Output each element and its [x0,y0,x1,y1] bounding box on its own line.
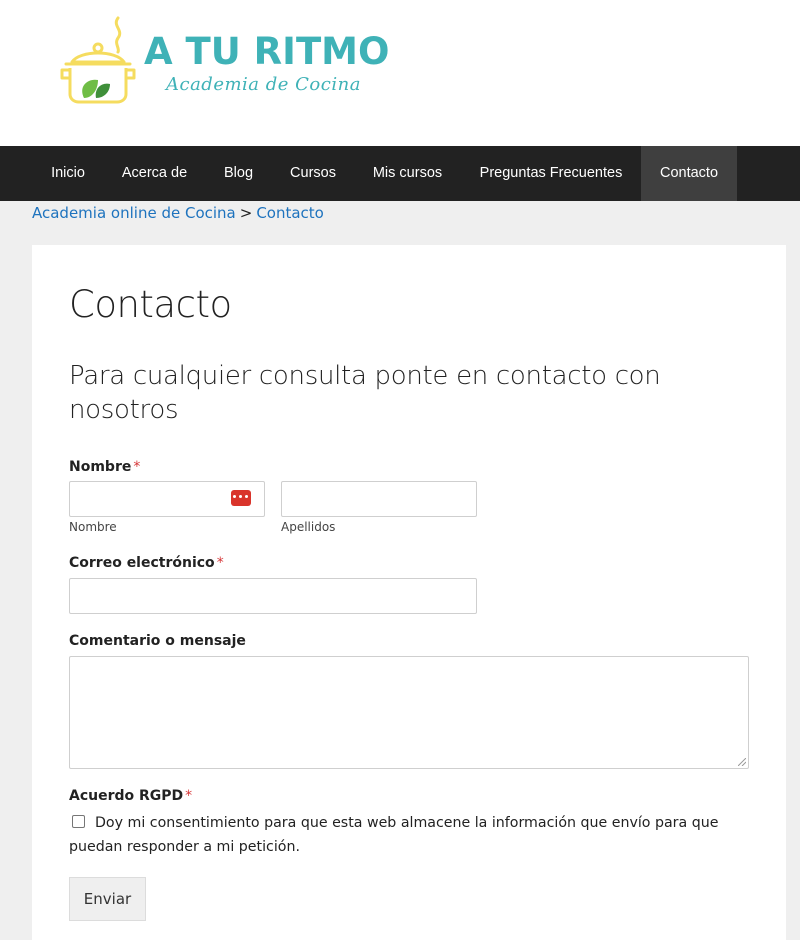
nav-item-contacto[interactable]: Contacto [641,146,737,201]
required-asterisk: * [216,555,224,571]
email-label-text: Correo electrónico [69,555,215,571]
email-label: Correo electrónico * [69,555,224,571]
message-textarea[interactable] [69,656,749,769]
email-field[interactable] [69,578,477,614]
intro-heading: Para cualquier consulta ponte en contact… [69,361,661,425]
breadcrumb-current-link[interactable]: Contacto [256,204,324,222]
name-label: Nombre * [69,459,140,475]
resize-handle-icon[interactable] [738,758,746,766]
nav-item-mis-cursos[interactable]: Mis cursos [354,146,461,201]
password-manager-icon[interactable] [231,490,251,506]
first-name-sublabel: Nombre [69,520,117,534]
brand-subtitle: Academia de Cocina [166,74,361,95]
nav-item-blog[interactable]: Blog [205,146,272,201]
site-header: A TU RITMO Academia de Cocina [0,0,800,146]
brand-title: A TU RITMO [144,30,390,73]
nav-item-preguntas-frecuentes[interactable]: Preguntas Frecuentes [461,146,641,201]
gdpr-consent-checkbox[interactable] [72,815,85,828]
site-logo[interactable]: A TU RITMO Academia de Cocina [58,14,390,108]
required-asterisk: * [185,788,193,804]
breadcrumb-separator: > [239,204,253,222]
nav-item-cursos[interactable]: Cursos [272,146,354,201]
gdpr-consent-text: Doy mi consentimiento para que esta web … [69,815,719,855]
content-card: Contacto Para cualquier consulta ponte e… [32,245,786,940]
gdpr-label: Acuerdo RGPD * [69,788,192,804]
page-title: Contacto [69,283,232,326]
required-asterisk: * [133,459,141,475]
nav-item-inicio[interactable]: Inicio [32,146,104,201]
breadcrumb: Academia online de Cocina > Contacto [32,204,324,222]
last-name-input[interactable] [281,481,477,517]
name-label-text: Nombre [69,459,132,475]
dots-glyph [233,495,249,501]
submit-button[interactable]: Enviar [69,877,146,921]
nav-item-acerca-de[interactable]: Acerca de [104,146,205,201]
last-name-sublabel: Apellidos [281,520,336,534]
main-navigation: Inicio Acerca de Blog Cursos Mis cursos … [0,146,800,201]
cooking-pot-icon [60,16,136,104]
message-label: Comentario o mensaje [69,633,246,649]
gdpr-label-text: Acuerdo RGPD [69,788,184,804]
breadcrumb-home-link[interactable]: Academia online de Cocina [32,204,236,222]
